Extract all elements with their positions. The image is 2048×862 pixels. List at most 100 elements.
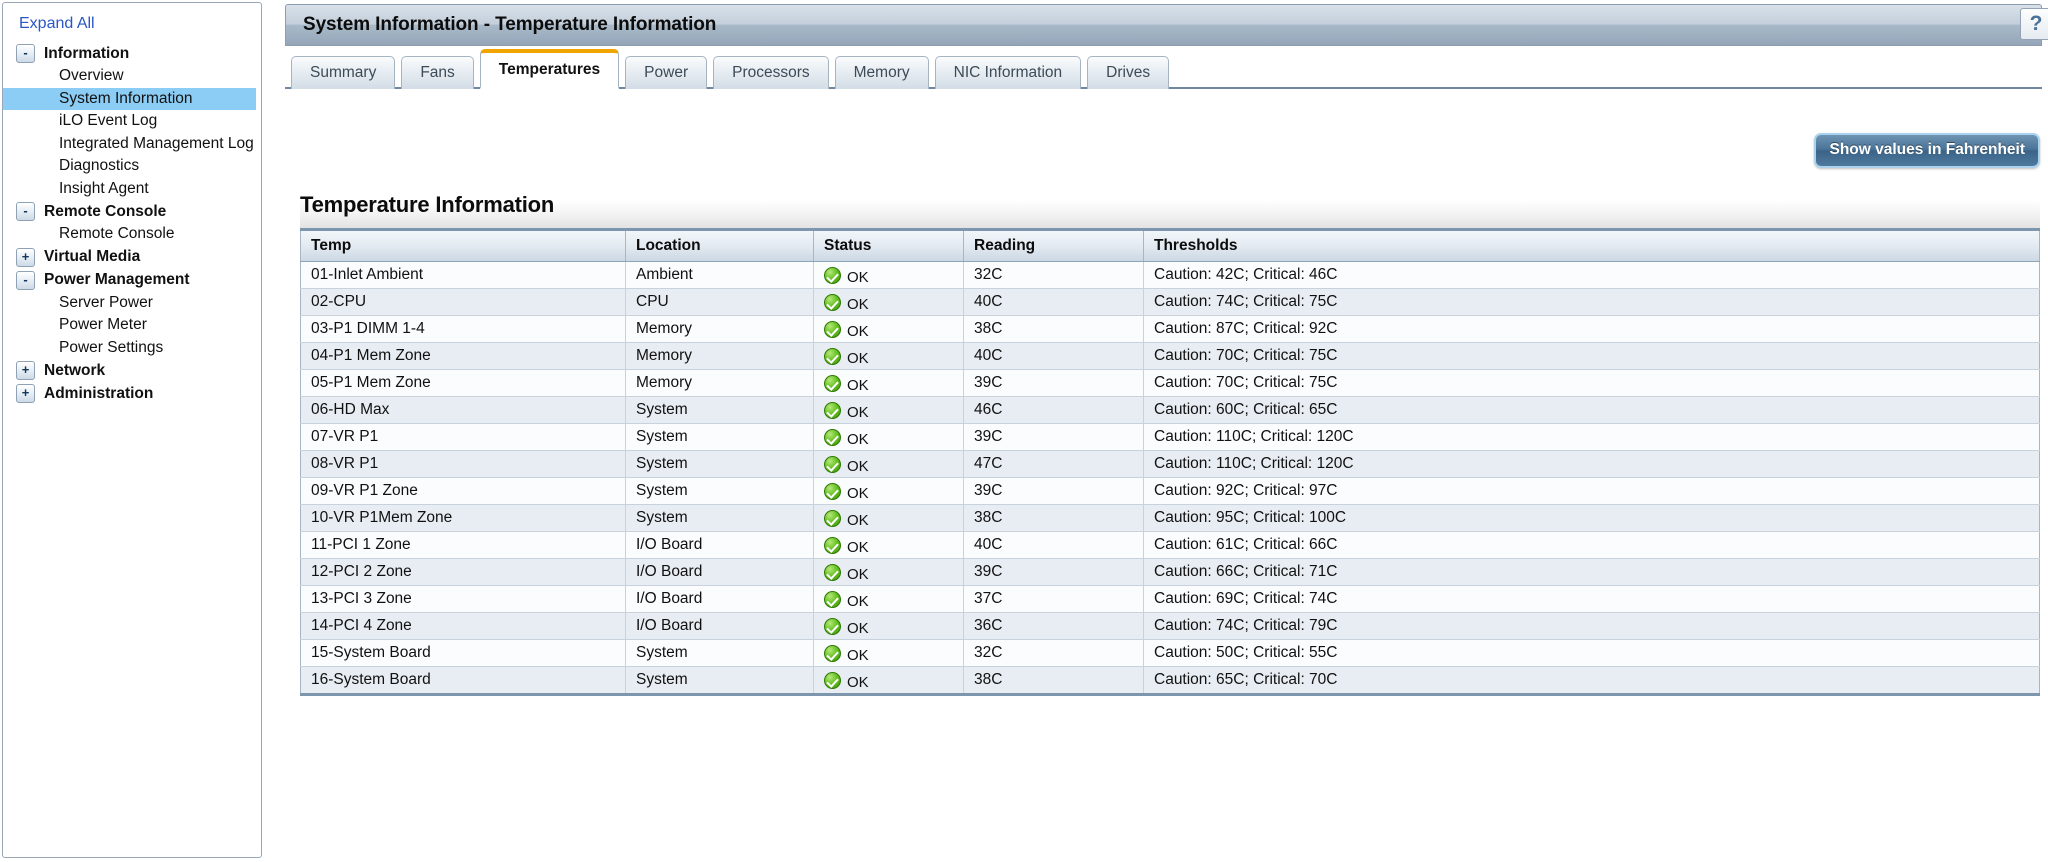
- collapse-toggle-icon[interactable]: -: [16, 202, 35, 221]
- table-row: 09-VR P1 Zone System OK 39C Caution: 92C; Cr…: [300, 477, 2040, 505]
- status-badge: OK: [824, 617, 963, 637]
- table-row: 05-P1 Mem Zone Memory OK 39C Caution: 70C; C…: [300, 369, 2040, 397]
- sidebar-item-power-settings[interactable]: Power Settings: [3, 337, 261, 360]
- cell-location: I/O Board: [625, 612, 814, 640]
- cell-status: OK: [813, 558, 964, 586]
- cell-reading: 38C: [963, 315, 1144, 343]
- cell-thresholds: Caution: 70C; Critical: 75C: [1143, 369, 2040, 397]
- sidebar-item-power-meter[interactable]: Power Meter: [3, 314, 261, 337]
- sidebar-group-administration[interactable]: + Administration: [3, 382, 261, 405]
- sidebar-group-label: Administration: [44, 384, 154, 402]
- cell-location: I/O Board: [625, 558, 814, 586]
- cell-temp: 01-Inlet Ambient: [300, 261, 626, 289]
- column-header-status: Status: [813, 231, 964, 262]
- status-badge: OK: [824, 563, 963, 583]
- show-values-in-fahrenheit-button[interactable]: Show values in Fahrenheit: [1814, 133, 2040, 168]
- table-row: 03-P1 DIMM 1-4 Memory OK 38C Caution: 87C; C…: [300, 315, 2040, 343]
- status-label: OK: [847, 349, 869, 367]
- column-header-thresholds: Thresholds: [1143, 231, 2040, 262]
- expand-toggle-icon[interactable]: +: [16, 361, 35, 380]
- ilo-web-interface: Expand All - Information Overview System In…: [0, 0, 2048, 862]
- sidebar-item-ilo-event-log[interactable]: iLO Event Log: [3, 110, 261, 133]
- collapse-toggle-icon[interactable]: -: [16, 270, 35, 290]
- collapse-toggle-icon[interactable]: -: [16, 44, 35, 63]
- temperature-table: Temp Location Status Reading Thresholds 01-I…: [300, 231, 2040, 696]
- cell-reading: 39C: [963, 369, 1144, 397]
- table-row: 12-PCI 2 Zone I/O Board OK 39C Caution: 66C;…: [300, 558, 2040, 586]
- cell-temp: 14-PCI 4 Zone: [300, 612, 626, 640]
- status-label: OK: [847, 646, 869, 664]
- sidebar-item-overview[interactable]: Overview: [3, 65, 261, 88]
- cell-temp: 04-P1 Mem Zone: [300, 342, 626, 370]
- sidebar-item-diagnostics[interactable]: Diagnostics: [3, 155, 261, 178]
- cell-location: System: [625, 396, 814, 424]
- expand-toggle-icon[interactable]: +: [16, 247, 35, 267]
- sidebar-group-remote-console[interactable]: - Remote Console: [3, 200, 261, 223]
- cell-reading: 47C: [963, 450, 1144, 478]
- table-row: 01-Inlet Ambient Ambient OK 32C Caution: 42C…: [300, 261, 2040, 289]
- cell-temp: 06-HD Max: [300, 396, 626, 424]
- status-ok-check-icon: [824, 644, 841, 662]
- tab-power[interactable]: Power: [625, 56, 708, 89]
- expand-toggle-icon[interactable]: +: [16, 384, 35, 403]
- cell-temp: 03-P1 DIMM 1-4: [300, 315, 626, 343]
- status-ok-check-icon: [824, 347, 841, 365]
- tab-drives[interactable]: Drives: [1087, 56, 1170, 89]
- status-badge: OK: [824, 644, 963, 664]
- sidebar-item-remote-console[interactable]: Remote Console: [3, 223, 261, 246]
- sidebar-group-information[interactable]: - Information: [3, 42, 261, 65]
- column-header-reading: Reading: [963, 231, 1144, 262]
- cell-status: OK: [813, 504, 964, 532]
- cell-temp: 16-System Board: [300, 666, 626, 695]
- cell-temp: 13-PCI 3 Zone: [300, 585, 626, 613]
- status-label: OK: [847, 403, 869, 421]
- cell-status: OK: [813, 612, 964, 640]
- cell-thresholds: Caution: 70C; Critical: 75C: [1143, 342, 2040, 370]
- cell-location: System: [625, 639, 814, 667]
- cell-reading: 40C: [963, 531, 1144, 559]
- table-row: 07-VR P1 System OK 39C Caution: 110C; Critic…: [300, 423, 2040, 451]
- sidebar-group-network[interactable]: + Network: [3, 359, 261, 382]
- toolbar-row: Show values in Fahrenheit: [285, 89, 2042, 181]
- status-ok-check-icon: [824, 320, 841, 338]
- sidebar-group-power-management[interactable]: - Power Management: [3, 269, 261, 292]
- cell-thresholds: Caution: 65C; Critical: 70C: [1143, 666, 2040, 695]
- cell-reading: 39C: [963, 477, 1144, 505]
- tab-fans[interactable]: Fans: [401, 56, 474, 89]
- sidebar-item-server-power[interactable]: Server Power: [3, 292, 261, 315]
- cell-location: System: [625, 450, 814, 478]
- sidebar-item-system-information[interactable]: System Information: [3, 87, 256, 110]
- cell-status: OK: [813, 423, 964, 451]
- status-label: OK: [847, 619, 869, 637]
- tab-memory[interactable]: Memory: [834, 56, 929, 89]
- tab-temperatures[interactable]: Temperatures: [479, 49, 620, 89]
- status-badge: OK: [824, 671, 963, 691]
- table-row: 11-PCI 1 Zone I/O Board OK 40C Caution: 61C;…: [300, 531, 2040, 559]
- table-row: 10-VR P1Mem Zone System OK 38C Caution: 95C;…: [300, 504, 2040, 532]
- sidebar-item-insight-agent[interactable]: Insight Agent: [3, 178, 261, 201]
- cell-reading: 37C: [963, 585, 1144, 613]
- expand-all-link[interactable]: Expand All: [3, 15, 261, 42]
- cell-status: OK: [813, 450, 964, 478]
- cell-reading: 38C: [963, 504, 1144, 532]
- help-icon[interactable]: ?: [2020, 8, 2048, 40]
- sidebar-group-virtual-media[interactable]: + Virtual Media: [3, 246, 261, 269]
- navigation-sidebar: Expand All - Information Overview System In…: [2, 2, 262, 858]
- status-badge: OK: [824, 590, 963, 610]
- cell-thresholds: Caution: 66C; Critical: 71C: [1143, 558, 2040, 586]
- cell-status: OK: [813, 315, 964, 343]
- tab-summary[interactable]: Summary: [291, 56, 396, 89]
- table-header-row: Temp Location Status Reading Thresholds: [300, 231, 2040, 262]
- cell-thresholds: Caution: 42C; Critical: 46C: [1143, 261, 2040, 289]
- sidebar-group-label: Power Management: [44, 271, 190, 288]
- status-badge: OK: [824, 374, 963, 394]
- cell-status: OK: [813, 585, 964, 613]
- table-row: 16-System Board System OK 38C Caution: 65C; …: [300, 666, 2040, 695]
- tab-nic-information[interactable]: NIC Information: [934, 56, 1082, 89]
- sidebar-item-integrated-management-log[interactable]: Integrated Management Log: [3, 133, 261, 156]
- status-label: OK: [847, 268, 869, 286]
- cell-status: OK: [813, 639, 964, 667]
- status-ok-check-icon: [824, 455, 841, 473]
- cell-reading: 46C: [963, 396, 1144, 424]
- tab-processors[interactable]: Processors: [713, 56, 829, 89]
